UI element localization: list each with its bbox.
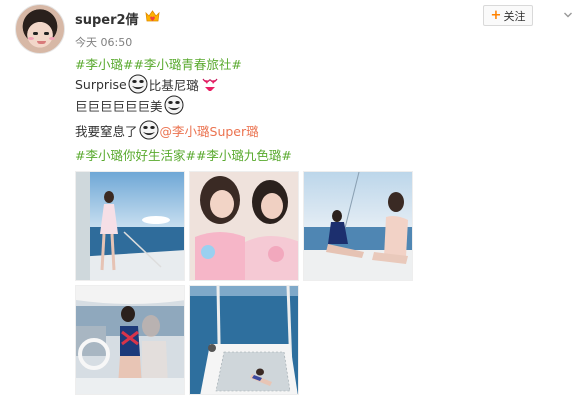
post-text: Surprise: [75, 76, 127, 92]
post-line-3: 巨巨巨巨巨巨美: [75, 95, 185, 115]
username[interactable]: super2倩: [75, 9, 139, 28]
photo-thumbnail-1[interactable]: [75, 171, 185, 281]
follow-label: 关注: [503, 9, 526, 23]
troll-face-emoji: [139, 120, 159, 140]
avatar-eye: [33, 32, 38, 35]
photo-image: [76, 286, 184, 394]
photo-image: [190, 286, 298, 394]
avatar-cheek: [49, 37, 55, 40]
avatar-cheek: [28, 37, 34, 40]
post-line-5: #李小璐你好生活家# #李小璐九色璐#: [75, 145, 292, 164]
hashtag-link[interactable]: #李小璐青春旅社#: [133, 54, 241, 73]
photo-image: [76, 172, 184, 280]
plus-icon: +: [490, 8, 502, 23]
troll-face-emoji: [164, 95, 184, 115]
hashtag-link[interactable]: #李小璐你好生活家#: [75, 145, 196, 164]
avatar-eye: [44, 32, 49, 35]
mention-link[interactable]: @李小璐Super璐: [160, 121, 259, 140]
photo-image: [190, 172, 298, 280]
avatar[interactable]: [15, 4, 65, 54]
avatar-mouth: [37, 41, 46, 44]
photo-thumbnail-2[interactable]: [189, 171, 299, 281]
follow-button[interactable]: + 关注: [483, 5, 533, 26]
photo-thumbnail-3[interactable]: [303, 171, 413, 281]
troll-face-emoji: [128, 74, 148, 94]
crown-heart-icon[interactable]: [144, 9, 161, 24]
post-line-1: #李小璐# #李小璐青春旅社#: [75, 54, 242, 73]
photo-image: [304, 172, 412, 280]
hashtag-link[interactable]: #李小璐#: [75, 54, 133, 73]
post-text: 巨巨巨巨巨巨美: [75, 98, 163, 114]
post-line-2: Surprise 比基尼璐: [75, 74, 221, 94]
post-text: 我要窒息了: [75, 123, 138, 139]
timestamp: 今天 06:50: [75, 36, 133, 49]
bikini-emoji: [202, 78, 218, 91]
hashtag-link[interactable]: #李小璐九色璐#: [196, 145, 292, 164]
photo-thumbnail-4[interactable]: [75, 285, 185, 395]
chevron-down-icon[interactable]: [563, 10, 573, 20]
post-line-4: 我要窒息了 @李小璐Super璐: [75, 120, 259, 140]
post-text: 比基尼璐: [148, 77, 199, 93]
photo-thumbnail-5[interactable]: [189, 285, 299, 395]
